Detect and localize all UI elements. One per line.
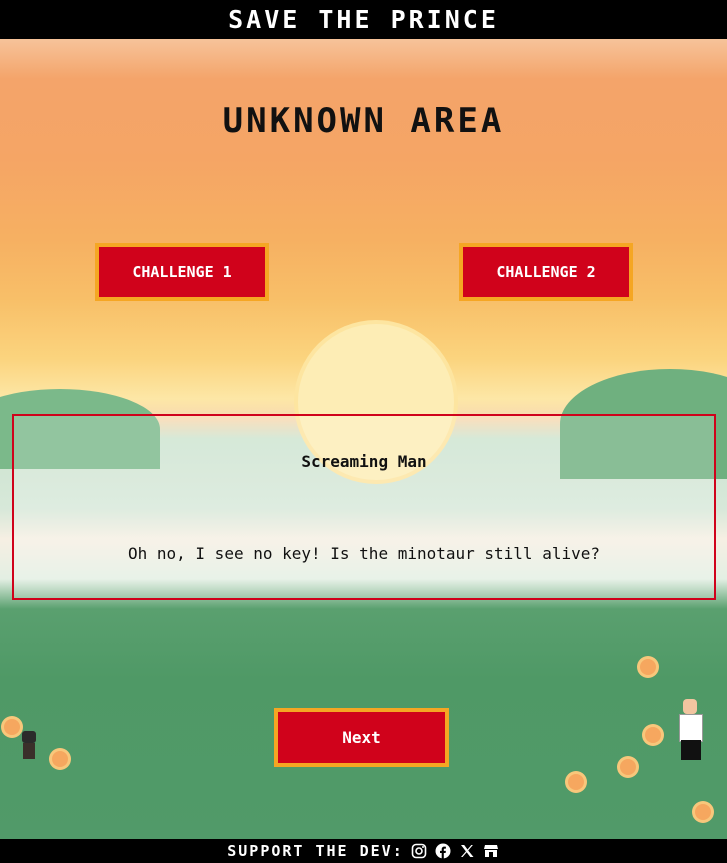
challenge-1-button[interactable]: CHALLENGE 1	[95, 243, 269, 301]
x-icon[interactable]	[458, 842, 476, 860]
dialog-speaker: Screaming Man	[301, 452, 427, 471]
flower-decoration	[568, 774, 584, 790]
game-title: SAVE THE PRINCE	[228, 5, 499, 34]
facebook-icon[interactable]	[434, 842, 452, 860]
flower-decoration	[640, 659, 656, 675]
flower-decoration	[695, 804, 711, 820]
hero-character-sprite	[18, 731, 40, 761]
next-button[interactable]: Next	[274, 708, 449, 767]
dialog-box: Screaming Man Oh no, I see no key! Is th…	[12, 414, 716, 600]
game-scene: UNKNOWN AREA CHALLENGE 1 CHALLENGE 2 Scr…	[0, 39, 727, 839]
support-label: SUPPORT THE DEV:	[227, 842, 404, 860]
challenge-2-button[interactable]: CHALLENGE 2	[459, 243, 633, 301]
area-title: UNKNOWN AREA	[222, 101, 505, 141]
flower-decoration	[620, 759, 636, 775]
flower-decoration	[52, 751, 68, 767]
instagram-icon[interactable]	[410, 842, 428, 860]
dialog-text: Oh no, I see no key! Is the minotaur sti…	[127, 544, 600, 563]
support-footer: SUPPORT THE DEV:	[0, 839, 727, 863]
screaming-man-sprite	[673, 699, 709, 761]
store-icon[interactable]	[482, 842, 500, 860]
flower-decoration	[645, 727, 661, 743]
game-title-bar: SAVE THE PRINCE	[0, 0, 727, 39]
